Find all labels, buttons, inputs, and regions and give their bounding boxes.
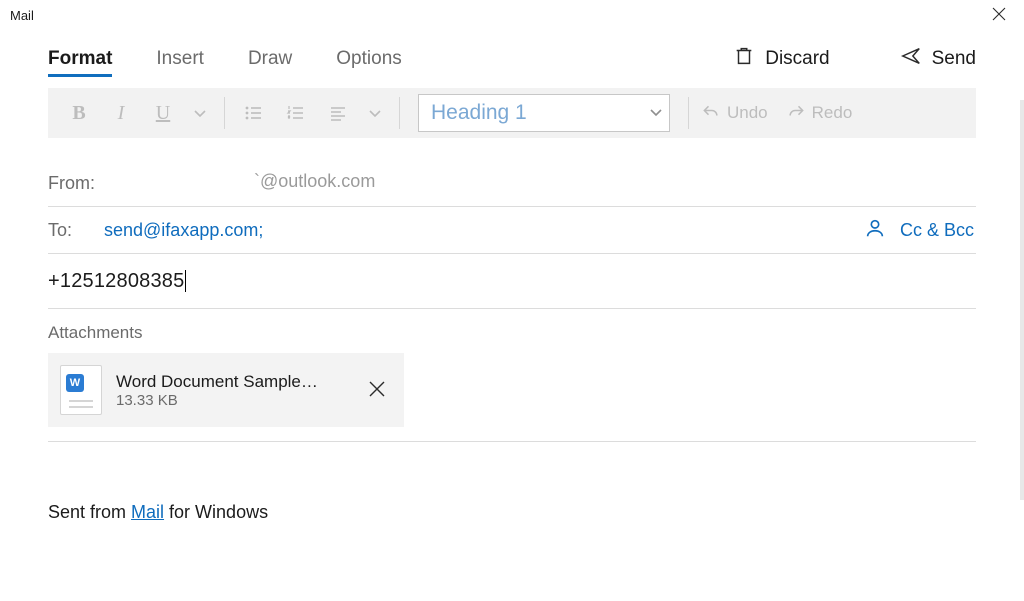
attachment-card[interactable]: W Word Document Sample… 13.33 KB xyxy=(48,353,404,427)
chevron-down-icon xyxy=(649,105,663,122)
signature-suffix: for Windows xyxy=(164,502,268,522)
redo-button[interactable]: Redo xyxy=(786,103,853,123)
subject-row[interactable]: +12512808385 xyxy=(48,254,976,309)
paragraph-more-dropdown[interactable] xyxy=(363,96,387,130)
attachments-title: Attachments xyxy=(48,309,976,353)
numbered-list-button[interactable] xyxy=(279,96,313,130)
separator xyxy=(224,97,225,129)
attachment-info: Word Document Sample… 13.33 KB xyxy=(116,372,348,409)
bold-button[interactable]: B xyxy=(62,96,96,130)
style-picker-label: Heading 1 xyxy=(431,101,527,125)
separator xyxy=(399,97,400,129)
redo-label: Redo xyxy=(812,103,853,123)
discard-button[interactable]: Discard xyxy=(733,45,829,73)
attachment-name: Word Document Sample… xyxy=(116,372,348,392)
font-more-dropdown[interactable] xyxy=(188,96,212,130)
discard-label: Discard xyxy=(765,48,829,70)
undo-label: Undo xyxy=(727,103,768,123)
to-value[interactable]: send@ifaxapp.com; xyxy=(104,220,864,241)
from-label: From: xyxy=(48,173,104,194)
trash-icon xyxy=(733,45,755,73)
remove-attachment-button[interactable] xyxy=(362,374,392,407)
send-label: Send xyxy=(932,48,976,70)
tab-format[interactable]: Format xyxy=(48,48,112,77)
separator xyxy=(688,97,689,129)
signature-prefix: Sent from xyxy=(48,502,131,522)
compose-fields: From: `@outlook.com To: send@ifaxapp.com… xyxy=(48,138,976,523)
undo-button[interactable]: Undo xyxy=(701,103,768,123)
bulleted-list-button[interactable] xyxy=(237,96,271,130)
send-button[interactable]: Send xyxy=(900,45,976,73)
compose-tab-bar: Format Insert Draw Options Discard Send xyxy=(48,30,976,88)
word-document-icon: W xyxy=(60,365,102,415)
close-icon[interactable] xyxy=(988,3,1010,28)
subject-value[interactable]: +12512808385 xyxy=(48,270,976,293)
scrollbar[interactable] xyxy=(1020,100,1024,500)
to-row: To: send@ifaxapp.com; Cc & Bcc xyxy=(48,207,976,254)
word-badge: W xyxy=(66,374,84,392)
message-body[interactable]: Sent from Mail for Windows xyxy=(48,442,976,523)
signature-mail-link[interactable]: Mail xyxy=(131,502,164,522)
from-value[interactable]: `@outlook.com xyxy=(104,171,976,192)
tab-draw[interactable]: Draw xyxy=(248,48,292,70)
tab-options[interactable]: Options xyxy=(336,48,401,70)
cc-bcc-button[interactable]: Cc & Bcc xyxy=(900,220,974,241)
window-title: Mail xyxy=(10,8,34,23)
tab-insert[interactable]: Insert xyxy=(156,48,204,70)
from-row: From: `@outlook.com xyxy=(48,160,976,207)
to-label: To: xyxy=(48,220,104,241)
attachment-size: 13.33 KB xyxy=(116,392,348,409)
italic-button[interactable]: I xyxy=(104,96,138,130)
formatting-toolbar: B I U Heading 1 Undo xyxy=(48,88,976,138)
send-icon xyxy=(900,45,922,73)
align-button[interactable] xyxy=(321,96,355,130)
title-bar: Mail xyxy=(0,0,1024,30)
underline-button[interactable]: U xyxy=(146,96,180,130)
style-picker[interactable]: Heading 1 xyxy=(418,94,670,132)
contacts-icon[interactable] xyxy=(864,217,886,244)
